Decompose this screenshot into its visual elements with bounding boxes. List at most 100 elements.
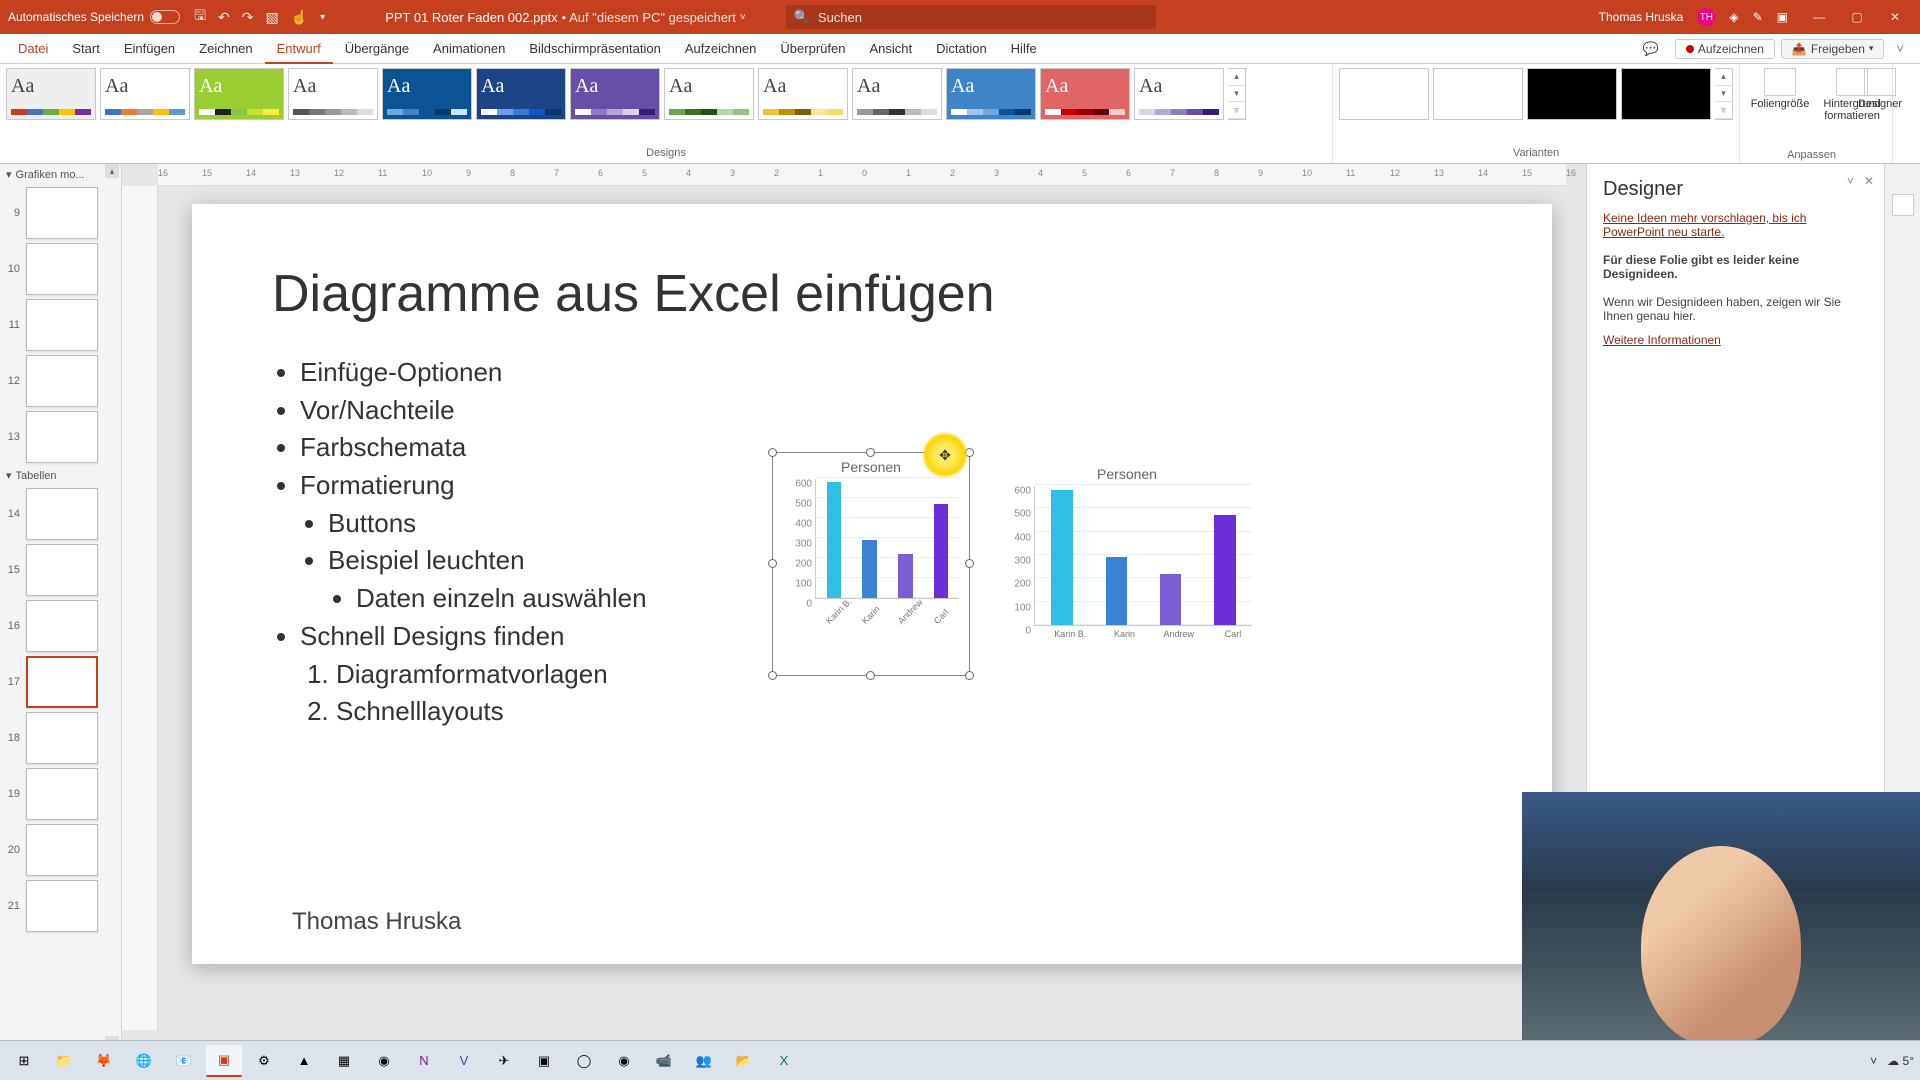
variants-gallery[interactable]: ▴▾▿ — [1339, 68, 1733, 120]
user-avatar[interactable]: TH — [1697, 8, 1715, 26]
thumb-row-9[interactable]: 9 — [0, 185, 121, 241]
expand-gallery-icon[interactable]: ▿ — [1228, 102, 1245, 119]
no-restart-link[interactable]: Keine Ideen mehr vorschlagen, bis ich Po… — [1603, 211, 1868, 239]
expand-gallery-icon[interactable]: ▿ — [1715, 102, 1732, 119]
tab-view[interactable]: Ansicht — [857, 34, 924, 64]
thumb-row-18[interactable]: 18 — [0, 710, 121, 766]
thumb-17[interactable] — [26, 656, 98, 708]
chart-personen-2[interactable]: Personen 0100200300400500600Karin B.Kari… — [992, 460, 1262, 684]
theme-0[interactable]: Aa — [6, 68, 96, 120]
zoom-icon[interactable]: 📹 — [646, 1045, 682, 1077]
redo-icon[interactable]: ↷ — [242, 9, 254, 26]
resize-handle-bl[interactable] — [768, 671, 777, 680]
autosave-toggle[interactable]: Automatisches Speichern — [8, 10, 180, 24]
chevron-down-icon[interactable]: ˅ — [740, 12, 746, 23]
pane-close-icon[interactable]: ✕ — [1864, 174, 1874, 188]
touch-mode-icon[interactable]: ☝ — [291, 9, 308, 26]
pane-options-icon[interactable]: ˅ — [1847, 174, 1854, 188]
tab-file[interactable]: Datei — [6, 34, 60, 64]
app-icon-5[interactable]: ◉ — [606, 1045, 642, 1077]
theme-6[interactable]: Aa — [570, 68, 660, 120]
tray-chevron-icon[interactable]: ˅ — [1870, 1054, 1877, 1068]
qat-more-icon[interactable]: ▾ — [320, 12, 325, 23]
scroll-up-icon[interactable]: ▴ — [1228, 69, 1245, 86]
tab-record[interactable]: Aufzeichnen — [673, 34, 769, 64]
resize-handle-tl[interactable] — [768, 448, 777, 457]
horizontal-ruler[interactable]: 1615141312111098765432101234567891011121… — [158, 164, 1566, 186]
theme-7[interactable]: Aa — [664, 68, 754, 120]
section-collapse-icon[interactable]: ▾ — [6, 168, 12, 181]
excel-icon[interactable]: X — [766, 1045, 802, 1077]
thumb-10[interactable] — [26, 243, 98, 295]
slide-size-button[interactable]: Foliengröße — [1748, 68, 1812, 159]
thumb-18[interactable] — [26, 712, 98, 764]
start-from-beginning-icon[interactable]: ▧ — [265, 9, 278, 26]
undo-icon[interactable]: ↶ — [218, 9, 230, 26]
thumb-11[interactable] — [26, 299, 98, 351]
thumb-14[interactable] — [26, 488, 98, 540]
thumb-12[interactable] — [26, 355, 98, 407]
theme-11[interactable]: Aa — [1040, 68, 1130, 120]
resize-handle-tc[interactable] — [866, 448, 875, 457]
resize-handle-br[interactable] — [965, 671, 974, 680]
section-collapse-icon[interactable]: ▾ — [6, 469, 12, 482]
tab-draw[interactable]: Zeichnen — [187, 34, 264, 64]
vlc-icon[interactable]: ▲ — [286, 1045, 322, 1077]
resize-handle-ml[interactable] — [768, 559, 777, 568]
close-button[interactable]: ✕ — [1878, 10, 1912, 24]
thumb-21[interactable] — [26, 880, 98, 932]
thumb-row-15[interactable]: 15 — [0, 542, 121, 598]
comments-icon[interactable]: 💬 — [1643, 41, 1659, 57]
tab-animations[interactable]: Animationen — [421, 34, 517, 64]
tab-transitions[interactable]: Übergänge — [333, 34, 421, 64]
toggle-switch[interactable] — [150, 10, 180, 24]
theme-2[interactable]: Aa — [194, 68, 284, 120]
chrome-icon[interactable]: 🌐 — [126, 1045, 162, 1077]
visio-icon[interactable]: V — [446, 1045, 482, 1077]
teams-icon[interactable]: 👥 — [686, 1045, 722, 1077]
scroll-down-icon[interactable]: ▾ — [1228, 86, 1245, 103]
thumb-row-14[interactable]: 14 — [0, 486, 121, 542]
gallery-scroll[interactable]: ▴▾▿ — [1228, 68, 1246, 120]
thumb-row-12[interactable]: 12 — [0, 353, 121, 409]
slide-body-text[interactable]: Einfüge-Optionen Vor/Nachteile Farbschem… — [272, 354, 647, 731]
slide-footer[interactable]: Thomas Hruska — [292, 908, 461, 936]
tab-slideshow[interactable]: Bildschirmpräsentation — [517, 34, 673, 64]
thumb-19[interactable] — [26, 768, 98, 820]
firefox-icon[interactable]: 🦊 — [86, 1045, 122, 1077]
tab-help[interactable]: Hilfe — [999, 34, 1049, 64]
theme-10[interactable]: Aa — [946, 68, 1036, 120]
scroll-down-icon[interactable]: ▾ — [1715, 86, 1732, 103]
tab-insert[interactable]: Einfügen — [112, 34, 187, 64]
variant-1[interactable] — [1339, 68, 1429, 120]
variant-3[interactable] — [1527, 68, 1617, 120]
app-icon-4[interactable]: ▣ — [526, 1045, 562, 1077]
theme-3[interactable]: Aa — [288, 68, 378, 120]
pen-icon[interactable]: ✎ — [1753, 10, 1763, 24]
theme-9[interactable]: Aa — [852, 68, 942, 120]
tab-dictation[interactable]: Dictation — [924, 34, 999, 64]
resize-handle-mr[interactable] — [965, 559, 974, 568]
designer-button[interactable]: Designer — [1848, 68, 1912, 159]
section-grafiken[interactable]: ▾Grafiken mo... — [0, 164, 121, 185]
thumb-row-10[interactable]: 10 — [0, 241, 121, 297]
thumb-row-19[interactable]: 19 — [0, 766, 121, 822]
vertical-ruler[interactable] — [122, 186, 158, 1030]
tab-review[interactable]: Überprüfen — [768, 34, 857, 64]
variant-4[interactable] — [1621, 68, 1711, 120]
window-icon[interactable]: ▣ — [1777, 10, 1788, 24]
tab-start[interactable]: Start — [60, 34, 111, 64]
section-tabellen[interactable]: ▾Tabellen — [0, 465, 121, 486]
scroll-up-icon[interactable]: ▴ — [1715, 69, 1732, 86]
thumb-16[interactable] — [26, 600, 98, 652]
theme-8[interactable]: Aa — [758, 68, 848, 120]
chart-personen-selected[interactable]: Personen 0100200300400500600Karin B.Kari… — [772, 452, 970, 676]
collapse-ribbon-icon[interactable]: ˅ — [1896, 41, 1904, 56]
maximize-button[interactable]: ▢ — [1840, 10, 1874, 24]
minimize-button[interactable]: — — [1802, 10, 1836, 24]
side-rail-designer-icon[interactable] — [1892, 194, 1914, 216]
obs-icon[interactable]: ◯ — [566, 1045, 602, 1077]
thumb-row-13[interactable]: 13 — [0, 409, 121, 465]
weather-widget[interactable]: ☁ 5° — [1887, 1054, 1914, 1068]
variants-scroll[interactable]: ▴▾▿ — [1715, 68, 1733, 120]
